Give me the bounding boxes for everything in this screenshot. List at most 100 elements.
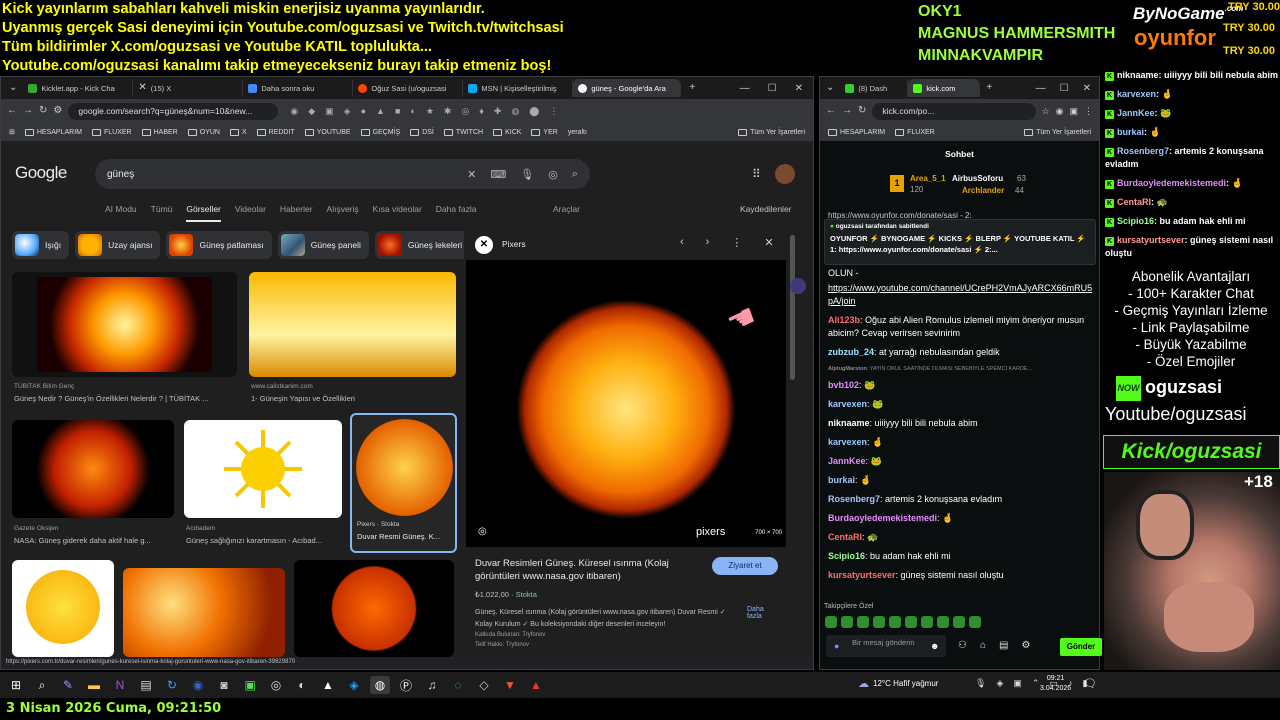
edge-icon[interactable]: ◉ xyxy=(188,676,208,694)
extension-icon[interactable]: ⋮ xyxy=(549,106,558,117)
chat-username[interactable]: CentaRI xyxy=(828,532,862,542)
prev-icon[interactable]: ‹ xyxy=(680,236,684,249)
app-icon[interactable]: Ⓟ xyxy=(396,676,416,694)
bookmark-folder[interactable]: HABER xyxy=(141,128,178,136)
chat-username[interactable]: JannKee xyxy=(828,456,866,466)
refresh-app-icon[interactable]: ↻ xyxy=(162,676,182,694)
pinned-message[interactable]: ● oguzsasi tarafından sabitlendi OYUNFOR… xyxy=(824,219,1096,265)
message-input[interactable]: Bir mesaj gönderin xyxy=(826,635,946,657)
chip[interactable]: Işığı xyxy=(12,231,70,259)
tab-x[interactable]: ✕ (15) X xyxy=(133,79,244,97)
bookmark-folder[interactable]: YER xyxy=(531,128,558,136)
tab-search-icon[interactable]: ⌄ xyxy=(9,83,17,93)
visit-button[interactable]: Ziyaret et xyxy=(712,557,778,575)
pen-icon[interactable]: ✎ xyxy=(58,676,78,694)
brave-icon[interactable]: ▼ xyxy=(500,676,520,694)
clear-icon[interactable]: ✕ xyxy=(467,168,476,181)
bookmark-folder[interactable]: KICK xyxy=(493,128,521,136)
site-info-icon[interactable]: ⚙ xyxy=(53,106,62,116)
tab-search-icon[interactable]: ⌄ xyxy=(826,83,834,93)
bookmark-folder[interactable]: FLUXER xyxy=(895,128,935,136)
chat-username[interactable]: Rosenberg7 xyxy=(828,494,880,504)
result-title[interactable]: Güneş Nedir ? Güneş'in Özellikleri Neler… xyxy=(14,394,239,403)
extension-icon[interactable]: ♦ xyxy=(479,106,484,117)
tab-ai-mode[interactable]: AI Modu xyxy=(105,204,137,222)
tab-news[interactable]: Haberler xyxy=(280,204,313,222)
google-logo[interactable]: Google xyxy=(15,163,67,183)
star-icon[interactable]: ☆ xyxy=(1042,106,1050,117)
tab-msn[interactable]: MSN | Kişiselleştirilmiş xyxy=(463,79,574,97)
app-icon[interactable]: ◇ xyxy=(474,676,494,694)
tab-reddit[interactable]: Oğuz Sasi (u/oguzsasi xyxy=(353,79,464,97)
image-result[interactable] xyxy=(184,420,342,518)
apps-grid-icon[interactable]: ⠿ xyxy=(752,167,761,181)
tab-read-later[interactable]: Daha sonra oku xyxy=(243,79,354,97)
weather-icon[interactable]: ☁ xyxy=(858,677,869,690)
extension-icon[interactable]: ◐ xyxy=(410,106,415,117)
chip[interactable]: Güneş lekeleri xyxy=(374,231,471,259)
new-tab-icon[interactable]: + xyxy=(986,83,992,93)
emote-icon[interactable] xyxy=(969,616,981,628)
extension-icon[interactable]: ● xyxy=(361,106,366,117)
tab-kick[interactable]: kick.com xyxy=(908,79,981,97)
tools-button[interactable]: Araçlar xyxy=(553,204,580,214)
image-result[interactable] xyxy=(249,272,456,377)
image-result[interactable] xyxy=(12,272,237,377)
notepad-icon[interactable]: ▤ xyxy=(136,676,156,694)
emote-icon[interactable] xyxy=(905,616,917,628)
tab-short-videos[interactable]: Kısa videolar xyxy=(373,204,422,222)
gear-icon[interactable]: ⚙ xyxy=(1021,640,1030,651)
all-bookmarks[interactable]: Tüm Yer İşaretleri xyxy=(1024,128,1091,136)
app-icon[interactable]: ▲ xyxy=(526,676,546,694)
chat-username[interactable]: niknaame xyxy=(828,418,870,428)
preview-image[interactable]: ☚ ◎ pixers 700 × 700 xyxy=(466,260,786,547)
lens-icon[interactable]: ◎ xyxy=(478,526,487,537)
address-input[interactable]: google.com/search?q=güneş&num=10&new... xyxy=(68,102,279,120)
saved-button[interactable]: Kaydedilenler xyxy=(740,204,792,214)
extension-icon[interactable]: ✱ xyxy=(444,106,452,117)
extension-icon[interactable]: ◉ xyxy=(1056,106,1064,117)
forward-icon[interactable]: → xyxy=(23,106,33,116)
image-result-selected[interactable]: Pixers · Stokta Duvar Resmi Güneş. K... xyxy=(350,413,457,553)
forward-icon[interactable]: → xyxy=(842,106,852,116)
apps-icon[interactable]: ⊞ xyxy=(9,128,15,136)
extension-icon[interactable]: ■ xyxy=(395,106,400,117)
extension-icon[interactable]: ⬤ xyxy=(529,106,539,117)
send-button[interactable]: Gönder xyxy=(1060,638,1102,656)
chat-username[interactable]: karvexen xyxy=(828,399,867,409)
extension-icon[interactable]: ▣ xyxy=(325,106,334,117)
extension-icon[interactable]: ◍ xyxy=(511,106,519,117)
next-icon[interactable]: › xyxy=(706,236,710,249)
bookmark-folder[interactable]: DSİ xyxy=(410,128,434,136)
back-icon[interactable]: ← xyxy=(826,106,836,116)
tab-images[interactable]: Görseller xyxy=(186,204,221,222)
address-input[interactable]: kick.com/po... xyxy=(872,102,1036,120)
bookmark-folder[interactable]: OYUN xyxy=(187,128,220,136)
chart-icon[interactable]: ▤ xyxy=(999,640,1008,651)
onenote-icon[interactable]: N xyxy=(110,676,130,694)
tab-more[interactable]: Daha fazla xyxy=(436,204,477,222)
emoji-icon[interactable]: ☻ xyxy=(930,641,939,651)
chat-username[interactable]: zubzub_24 xyxy=(828,347,874,357)
chat-link[interactable]: https://www.youtube.com/channel/UCrePH2V… xyxy=(828,282,1093,308)
new-tab-icon[interactable]: + xyxy=(689,83,695,93)
emote-icon[interactable] xyxy=(921,616,933,628)
chat-username[interactable]: bvb102 xyxy=(828,380,859,390)
tab-shopping[interactable]: Alışveriş xyxy=(327,204,359,222)
camera-icon[interactable]: ◙ xyxy=(214,676,234,694)
app-tray-icon[interactable]: ◈ xyxy=(996,678,1003,689)
more-icon[interactable]: ⋮ xyxy=(731,236,742,249)
bookmark-folder[interactable]: YOUTUBE xyxy=(304,128,351,136)
extension-icon[interactable]: ▲ xyxy=(376,106,385,117)
chat-username[interactable]: burkai xyxy=(828,475,855,485)
assistant-icon[interactable] xyxy=(790,278,806,294)
chip[interactable]: Güneş patlaması xyxy=(166,231,272,259)
chrome-icon[interactable]: ◍ xyxy=(370,676,390,694)
clock[interactable]: 09:21 3.04.2026 xyxy=(1040,674,1071,694)
search-input[interactable]: güneş ✕ ⌨ 🎙 ◎ ⌕ xyxy=(95,159,590,189)
close-icon[interactable]: ✕ xyxy=(795,83,803,94)
bookmark-folder[interactable]: HESAPLARIM xyxy=(828,128,885,136)
image-result[interactable] xyxy=(123,568,285,657)
reload-icon[interactable]: ↻ xyxy=(858,106,866,116)
file-explorer-icon[interactable]: ▬ xyxy=(84,676,104,694)
